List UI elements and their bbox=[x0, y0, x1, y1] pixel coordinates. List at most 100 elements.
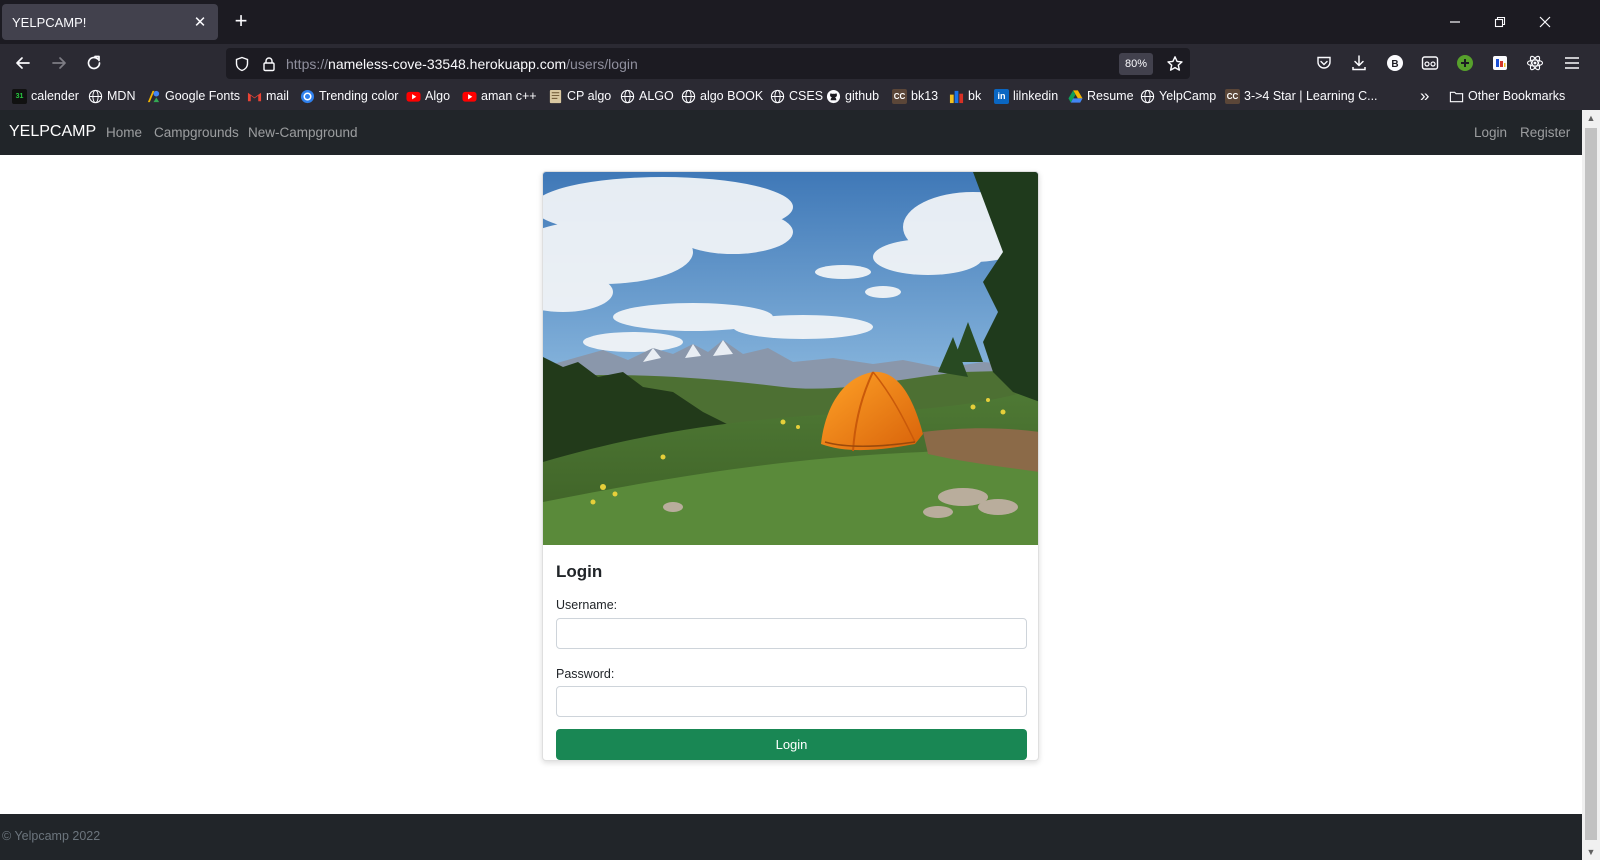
svg-text:B: B bbox=[1391, 59, 1398, 70]
back-button[interactable] bbox=[11, 51, 35, 75]
nav-link-campgrounds[interactable]: Campgrounds bbox=[154, 125, 239, 140]
extension-plus-icon[interactable] bbox=[1455, 53, 1475, 73]
pocket-icon[interactable] bbox=[1314, 53, 1334, 73]
google-drive-icon bbox=[1068, 89, 1083, 103]
forward-button[interactable] bbox=[47, 51, 71, 75]
bookmark-label: bk13 bbox=[911, 89, 939, 103]
footer-copyright: © Yelpcamp 2022 bbox=[2, 829, 101, 843]
site-brand-link[interactable]: YELPCAMP bbox=[9, 123, 96, 141]
username-input[interactable] bbox=[556, 618, 1027, 649]
bookmark-label: calender bbox=[31, 89, 79, 103]
scroll-thumb[interactable] bbox=[1585, 128, 1597, 840]
globe-icon bbox=[681, 89, 696, 103]
reload-icon bbox=[87, 55, 101, 70]
bookmark-label: Trending color bbox=[319, 89, 399, 103]
menu-hamburger-icon[interactable] bbox=[1562, 53, 1582, 73]
bookmark-bk13[interactable]: CC bk13 bbox=[892, 87, 938, 105]
bookmark-mail[interactable]: mail bbox=[247, 87, 289, 105]
tab-title: YELPCAMP! bbox=[12, 14, 87, 30]
bookmark-label: github bbox=[845, 89, 880, 103]
bookmark-label: aman c++ bbox=[481, 89, 537, 103]
bookmarks-overflow-button[interactable]: » bbox=[1420, 86, 1430, 105]
bookmark-cses[interactable]: CSES bbox=[770, 87, 823, 105]
tab-close-icon[interactable]: ✕ bbox=[192, 13, 208, 31]
back-arrow-icon bbox=[16, 57, 30, 69]
page-viewport: YELPCAMP Home Campgrounds New-Campground… bbox=[0, 110, 1582, 860]
nav-link-login[interactable]: Login bbox=[1474, 125, 1507, 140]
bookmark-github[interactable]: github bbox=[826, 87, 879, 105]
extension-b-icon[interactable]: B bbox=[1385, 53, 1405, 73]
bookmark-label: mail bbox=[266, 89, 289, 103]
calendar-favicon-icon: 31 bbox=[12, 88, 27, 104]
bookmark-calender[interactable]: 31 calender bbox=[12, 87, 79, 105]
login-button[interactable]: Login bbox=[556, 729, 1027, 760]
bookmark-linkedin[interactable]: in lilnkedin bbox=[994, 87, 1058, 105]
nav-link-home[interactable]: Home bbox=[106, 125, 142, 140]
bookmark-algo-upper[interactable]: ALGO bbox=[620, 87, 674, 105]
reload-button[interactable] bbox=[82, 51, 106, 75]
new-tab-button[interactable]: + bbox=[230, 10, 252, 33]
close-icon bbox=[1539, 16, 1551, 28]
url-host: nameless-cove-33548.herokuapp.com bbox=[328, 56, 567, 72]
codechef-icon: CC bbox=[892, 88, 907, 104]
bookmark-trending-color[interactable]: Trending color bbox=[300, 87, 398, 105]
react-devtools-icon[interactable] bbox=[1525, 53, 1545, 73]
youtube-icon bbox=[462, 91, 477, 102]
zoom-level-button[interactable]: 80% bbox=[1119, 53, 1153, 75]
google-fonts-icon bbox=[147, 90, 160, 102]
bookmark-label: Algo bbox=[425, 89, 451, 103]
window-minimize-button[interactable] bbox=[1443, 10, 1467, 34]
extension-color-icon[interactable] bbox=[1490, 53, 1510, 73]
bookmark-resume[interactable]: Resume bbox=[1068, 87, 1134, 105]
login-title: Login bbox=[556, 562, 603, 581]
globe-icon bbox=[1140, 89, 1155, 103]
globe-icon bbox=[770, 89, 785, 103]
bookmark-label: Google Fonts bbox=[165, 89, 241, 103]
codeforces-icon bbox=[949, 90, 964, 103]
bookmark-cp-algo[interactable]: CP algo bbox=[548, 87, 611, 105]
window-restore-button[interactable] bbox=[1488, 10, 1512, 34]
other-bookmarks-folder[interactable]: Other Bookmarks bbox=[1449, 87, 1565, 105]
bookmark-label: CSES bbox=[789, 89, 824, 103]
restore-icon bbox=[1494, 16, 1506, 28]
bookmark-label: Resume bbox=[1087, 89, 1134, 103]
lock-icon[interactable] bbox=[260, 55, 278, 73]
globe-icon bbox=[620, 89, 635, 103]
extension-reader-icon[interactable] bbox=[1420, 53, 1440, 73]
gmail-icon bbox=[247, 92, 262, 101]
page-scrollbar[interactable]: ▲ ▼ bbox=[1582, 110, 1600, 860]
bookmark-star-icon[interactable] bbox=[1166, 55, 1184, 73]
cp-algo-icon bbox=[549, 89, 562, 103]
linkedin-icon: in bbox=[994, 88, 1009, 104]
bookmark-label: Other Bookmarks bbox=[1468, 89, 1566, 103]
password-input[interactable] bbox=[556, 686, 1027, 717]
shield-icon[interactable] bbox=[233, 55, 251, 73]
bookmark-learning-c[interactable]: CC 3->4 Star | Learning C... bbox=[1225, 87, 1378, 105]
url-bar[interactable]: https://nameless-cove-33548.herokuapp.co… bbox=[226, 48, 1190, 79]
chevron-double-right-icon: » bbox=[1420, 86, 1430, 105]
bookmark-mdn[interactable]: MDN bbox=[88, 87, 135, 105]
nav-link-new-campground[interactable]: New-Campground bbox=[248, 125, 358, 140]
scroll-up-arrow-icon[interactable]: ▲ bbox=[1582, 110, 1600, 126]
nav-link-register[interactable]: Register bbox=[1520, 125, 1570, 140]
bookmark-algo-book[interactable]: algo BOOK bbox=[681, 87, 763, 105]
bookmark-aman-cpp[interactable]: aman c++ bbox=[462, 87, 537, 105]
bookmark-label: lilnkedin bbox=[1013, 89, 1059, 103]
bookmark-label: bk bbox=[968, 89, 982, 103]
youtube-icon bbox=[406, 91, 421, 102]
bookmark-yelpcamp[interactable]: YelpCamp bbox=[1140, 87, 1216, 105]
github-icon bbox=[826, 89, 841, 103]
password-label: Password: bbox=[556, 667, 615, 681]
bookmark-google-fonts[interactable]: Google Fonts bbox=[146, 87, 240, 105]
scroll-down-arrow-icon[interactable]: ▼ bbox=[1582, 844, 1600, 860]
browser-tab[interactable]: YELPCAMP! ✕ bbox=[2, 4, 218, 40]
username-label: Username: bbox=[556, 598, 618, 612]
url-text[interactable]: https://nameless-cove-33548.herokuapp.co… bbox=[286, 56, 638, 72]
bookmark-bk[interactable]: bk bbox=[949, 87, 981, 105]
folder-icon bbox=[1449, 91, 1464, 102]
bookmark-label: YelpCamp bbox=[1159, 89, 1217, 103]
window-close-button[interactable] bbox=[1533, 10, 1557, 34]
bookmarks-toolbar: 31 calender MDN Google Fonts mail Trendi… bbox=[0, 82, 1600, 110]
download-icon[interactable] bbox=[1349, 53, 1369, 73]
bookmark-algo[interactable]: Algo bbox=[406, 87, 450, 105]
